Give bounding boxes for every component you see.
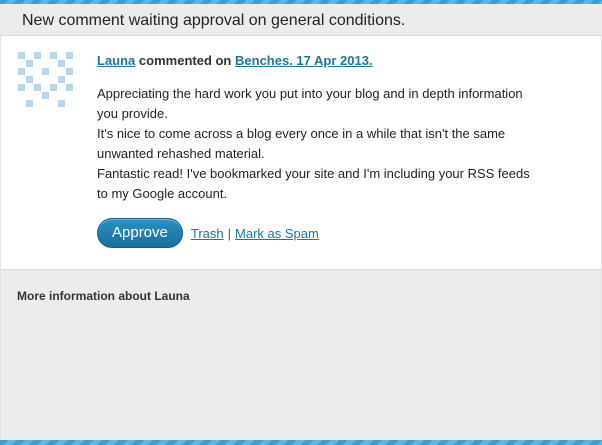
- avatar-pixel: [18, 52, 25, 59]
- avatar-pixel: [42, 92, 49, 99]
- avatar-pixel: [42, 68, 49, 75]
- avatar-pixel: [26, 100, 33, 107]
- avatar-pixel: [34, 52, 41, 59]
- avatar-pixel: [18, 84, 25, 91]
- comment-body: Appreciating the hard work you put into …: [97, 84, 587, 204]
- notification-title-bar: New comment waiting approval on general …: [0, 4, 602, 36]
- avatar-pixel: [66, 52, 73, 59]
- comment-headline: Launa commented on Benches. 17 Apr 2013.: [97, 52, 587, 70]
- approve-button[interactable]: Approve: [97, 218, 183, 248]
- comment-line: Fantastic read! I've bookmarked your sit…: [97, 166, 530, 181]
- avatar-pixel: [18, 68, 25, 75]
- avatar-pixel: [58, 100, 65, 107]
- avatar-pixel: [58, 60, 65, 67]
- avatar-pixel: [66, 68, 73, 75]
- comment-line: to my Google account.: [97, 186, 228, 201]
- avatar-icon: [18, 52, 78, 112]
- author-link[interactable]: Launa: [97, 53, 135, 68]
- avatar-pixel: [66, 84, 73, 91]
- notification-title: New comment waiting approval on general …: [22, 12, 406, 29]
- comment-actions: Approve Trash | Mark as Spam: [97, 218, 587, 248]
- avatar-pixel: [50, 84, 57, 91]
- comment-line: you provide.: [97, 106, 168, 121]
- comment-content: Launa commented on Benches. 17 Apr 2013.…: [97, 52, 587, 248]
- comment-line: Appreciating the hard work you put into …: [97, 86, 523, 101]
- avatar-pixel: [58, 76, 65, 83]
- bottom-decorative-stripe: [0, 440, 602, 445]
- more-info-title: More information about Launa: [17, 289, 190, 303]
- avatar-pixel: [50, 52, 57, 59]
- avatar-pixel: [34, 84, 41, 91]
- more-info-panel: More information about Launa: [0, 270, 602, 440]
- comment-card: Launa commented on Benches. 17 Apr 2013.…: [0, 36, 602, 270]
- comment-line: unwanted rehashed material.: [97, 146, 265, 161]
- commented-on-text: commented on: [138, 53, 232, 68]
- post-title-link[interactable]: Benches. 17 Apr 2013.: [235, 53, 373, 68]
- action-separator: |: [227, 225, 232, 241]
- trash-link[interactable]: Trash: [191, 226, 224, 241]
- avatar-pixel: [26, 76, 33, 83]
- mark-as-spam-link[interactable]: Mark as Spam: [235, 226, 319, 241]
- comment-line: It's nice to come across a blog every on…: [97, 126, 506, 141]
- avatar-pixel: [26, 60, 33, 67]
